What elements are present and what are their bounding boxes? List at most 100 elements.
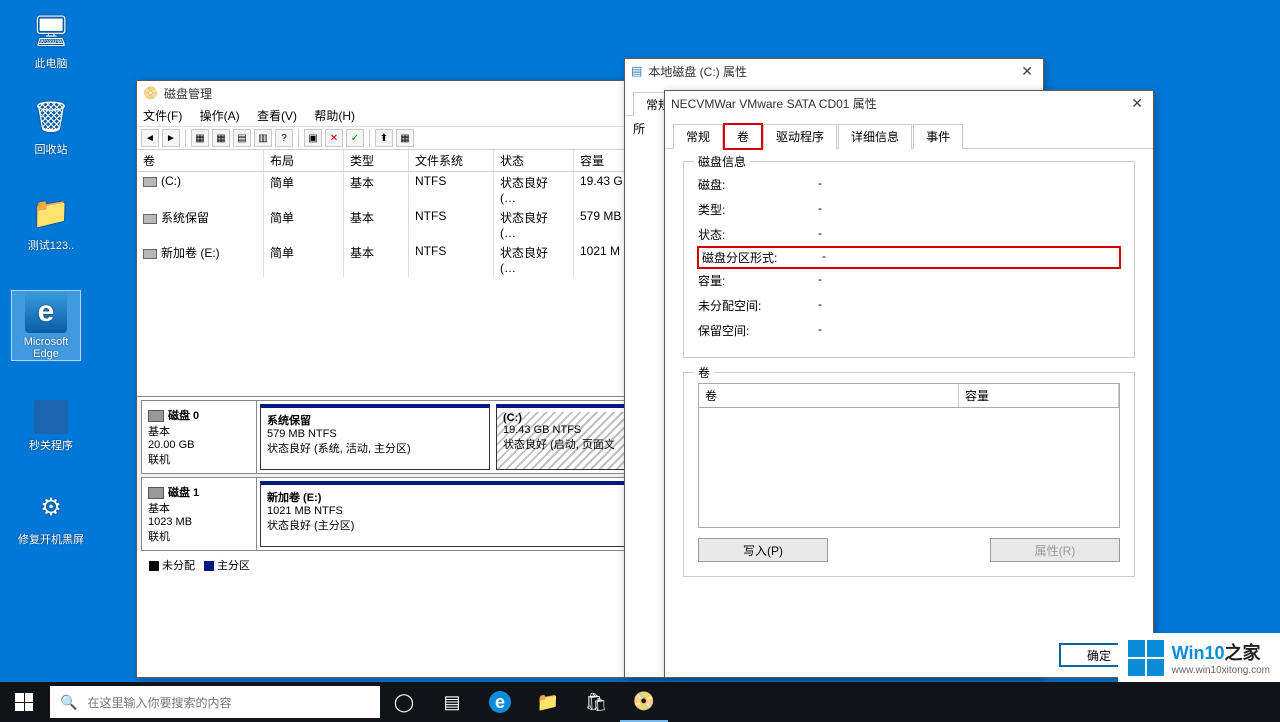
toolbar-btn[interactable]: ? — [275, 129, 293, 147]
app-icon: ⚙ — [30, 486, 72, 528]
taskbar-store[interactable]: 🛍 — [572, 682, 620, 722]
tab-details[interactable]: 详细信息 — [838, 124, 912, 149]
disk-management-window: 📀 磁盘管理 文件(F) 操作(A) 查看(V) 帮助(H) ◄ ► ▦ ▦ ▤… — [136, 80, 666, 678]
desktop-icon-edge[interactable]: e Microsoft Edge — [11, 290, 81, 361]
toolbar-btn[interactable]: ✓ — [346, 129, 364, 147]
col-volume[interactable]: 卷 — [699, 384, 959, 407]
kv-unallocated: 未分配空间:- — [698, 293, 1120, 318]
menu-view[interactable]: 查看(V) — [257, 109, 297, 123]
taskbar-app[interactable]: ▤ — [428, 682, 476, 722]
start-button[interactable] — [0, 682, 48, 722]
disk-row[interactable]: 磁盘 0 基本 20.00 GB 联机 系统保留 579 MB NTFS 状态良… — [141, 400, 661, 474]
col-status[interactable]: 状态 — [494, 150, 574, 171]
taskbar-edge[interactable]: e — [476, 682, 524, 722]
desktop-icon-this-pc[interactable]: 🖥 此电脑 — [16, 10, 86, 71]
col-type[interactable]: 类型 — [344, 150, 409, 171]
kv-partition-style: 磁盘分区形式:- — [698, 247, 1120, 268]
taskbar: 🔍 在这里输入你要搜索的内容 ◯ ▤ e 📁 🛍 📀 — [0, 682, 1280, 722]
window-title: 本地磁盘 (C:) 属性 — [648, 63, 1017, 80]
table-row[interactable]: 系统保留 简单 基本 NTFS 状态良好 (… 579 MB — [137, 207, 665, 242]
volume-icon — [143, 214, 157, 224]
task-view-button[interactable]: ◯ — [380, 682, 428, 722]
close-icon[interactable]: ✕ — [1127, 95, 1147, 112]
tab-events[interactable]: 事件 — [913, 124, 963, 149]
window-title: NECVMWar VMware SATA CD01 属性 — [671, 95, 1127, 112]
window-titlebar[interactable]: NECVMWar VMware SATA CD01 属性 ✕ — [665, 91, 1153, 115]
volume-icon — [143, 249, 157, 259]
tab-driver[interactable]: 驱动程序 — [763, 124, 837, 149]
device-properties-dialog: NECVMWar VMware SATA CD01 属性 ✕ 常规 卷 驱动程序… — [664, 90, 1154, 678]
desktop-icon-app2[interactable]: ⚙ 修复开机黑屏 — [16, 486, 86, 547]
volume-list-header: 卷 容量 — [698, 383, 1120, 408]
desktop-icon-app1[interactable]: 秒关程序 — [16, 400, 86, 453]
volume-list-header: 卷 布局 类型 文件系统 状态 容量 — [137, 150, 665, 172]
kv-disk: 磁盘:- — [698, 172, 1120, 197]
toolbar-btn[interactable]: ▥ — [254, 129, 272, 147]
kv-reserved: 保留空间:- — [698, 318, 1120, 343]
search-icon: 🔍 — [50, 694, 87, 711]
kv-capacity: 容量:- — [698, 268, 1120, 293]
volume-icon — [143, 177, 157, 187]
drive-icon: ▤ — [631, 64, 642, 78]
table-row[interactable]: (C:) 简单 基本 NTFS 状态良好 (… 19.43 G — [137, 172, 665, 207]
menu-action[interactable]: 操作(A) — [200, 109, 240, 123]
write-button[interactable]: 写入(P) — [698, 538, 828, 562]
volume-list[interactable] — [698, 408, 1120, 528]
col-fs[interactable]: 文件系统 — [409, 150, 494, 171]
disk-info-group: 磁盘信息 磁盘:- 类型:- 状态:- 磁盘分区形式:- 容量:- 未分配空间:… — [683, 161, 1135, 358]
tab-volume[interactable]: 卷 — [724, 124, 762, 149]
table-row[interactable]: 新加卷 (E:) 简单 基本 NTFS 状态良好 (… 1021 M — [137, 242, 665, 277]
kv-status: 状态:- — [698, 222, 1120, 247]
close-icon[interactable]: ✕ — [1017, 63, 1037, 80]
col-volume[interactable]: 卷 — [137, 150, 264, 171]
toolbar-btn[interactable]: ▦ — [191, 129, 209, 147]
legend: 未分配 主分区 — [137, 554, 665, 576]
search-input[interactable]: 🔍 在这里输入你要搜索的内容 — [50, 686, 380, 718]
menu-file[interactable]: 文件(F) — [143, 109, 182, 123]
disk-icon — [148, 487, 164, 499]
toolbar-btn[interactable]: ⬆ — [375, 129, 393, 147]
toolbar-btn[interactable]: ▦ — [396, 129, 414, 147]
windows-logo-icon — [15, 693, 33, 711]
folder-icon: 📁 — [30, 192, 72, 234]
toolbar: ◄ ► ▦ ▦ ▤ ▥ ? ▣ ✕ ✓ ⬆ ▦ — [137, 127, 665, 150]
volumes-group: 卷 卷 容量 写入(P) 属性(R) — [683, 372, 1135, 577]
taskbar-diskmgmt[interactable]: 📀 — [620, 682, 668, 722]
toolbar-back[interactable]: ◄ — [141, 129, 159, 147]
disk-icon — [148, 410, 164, 422]
window-titlebar[interactable]: 📀 磁盘管理 — [137, 81, 665, 105]
kv-type: 类型:- — [698, 197, 1120, 222]
toolbar-delete[interactable]: ✕ — [325, 129, 343, 147]
volume-list[interactable]: (C:) 简单 基本 NTFS 状态良好 (… 19.43 G 系统保留 简单 … — [137, 172, 665, 397]
toolbar-btn[interactable]: ▤ — [233, 129, 251, 147]
taskbar-explorer[interactable]: 📁 — [524, 682, 572, 722]
group-label: 卷 — [694, 364, 714, 381]
partition[interactable]: 新加卷 (E:) 1021 MB NTFS 状态良好 (主分区) — [260, 481, 657, 547]
window-title: 磁盘管理 — [164, 85, 659, 102]
desktop-icon-recycle-bin[interactable]: 🗑 回收站 — [16, 96, 86, 157]
disk-label: 磁盘 0 基本 20.00 GB 联机 — [142, 401, 257, 473]
tab-content: 磁盘信息 磁盘:- 类型:- 状态:- 磁盘分区形式:- 容量:- 未分配空间:… — [665, 149, 1153, 603]
disk-label: 磁盘 1 基本 1023 MB 联机 — [142, 478, 257, 550]
tab-general[interactable]: 常规 — [673, 124, 723, 149]
toolbar-btn[interactable]: ▦ — [212, 129, 230, 147]
toolbar-fwd[interactable]: ► — [162, 129, 180, 147]
app-icon: 📀 — [143, 86, 158, 100]
partition[interactable]: 系统保留 579 MB NTFS 状态良好 (系统, 活动, 主分区) — [260, 404, 490, 470]
tab-bar: 常规 卷 驱动程序 详细信息 事件 — [665, 115, 1153, 149]
col-layout[interactable]: 布局 — [264, 150, 344, 171]
disk-row[interactable]: 磁盘 1 基本 1023 MB 联机 新加卷 (E:) 1021 MB NTFS… — [141, 477, 661, 551]
pc-icon: 🖥 — [30, 10, 72, 52]
recycle-bin-icon: 🗑 — [30, 96, 72, 138]
window-titlebar[interactable]: ▤ 本地磁盘 (C:) 属性 ✕ — [625, 59, 1043, 83]
disk-graphical-view: 磁盘 0 基本 20.00 GB 联机 系统保留 579 MB NTFS 状态良… — [137, 400, 665, 551]
watermark: Win10之家 www.win10xitong.com — [1118, 633, 1280, 682]
menu-bar: 文件(F) 操作(A) 查看(V) 帮助(H) — [137, 105, 665, 127]
properties-button[interactable]: 属性(R) — [990, 538, 1120, 562]
menu-help[interactable]: 帮助(H) — [314, 109, 355, 123]
col-capacity[interactable]: 容量 — [959, 384, 1119, 407]
toolbar-btn[interactable]: ▣ — [304, 129, 322, 147]
desktop-icon-folder[interactable]: 📁 测试123.. — [16, 192, 86, 253]
windows-logo-icon — [1128, 640, 1164, 676]
app-icon — [34, 400, 68, 434]
